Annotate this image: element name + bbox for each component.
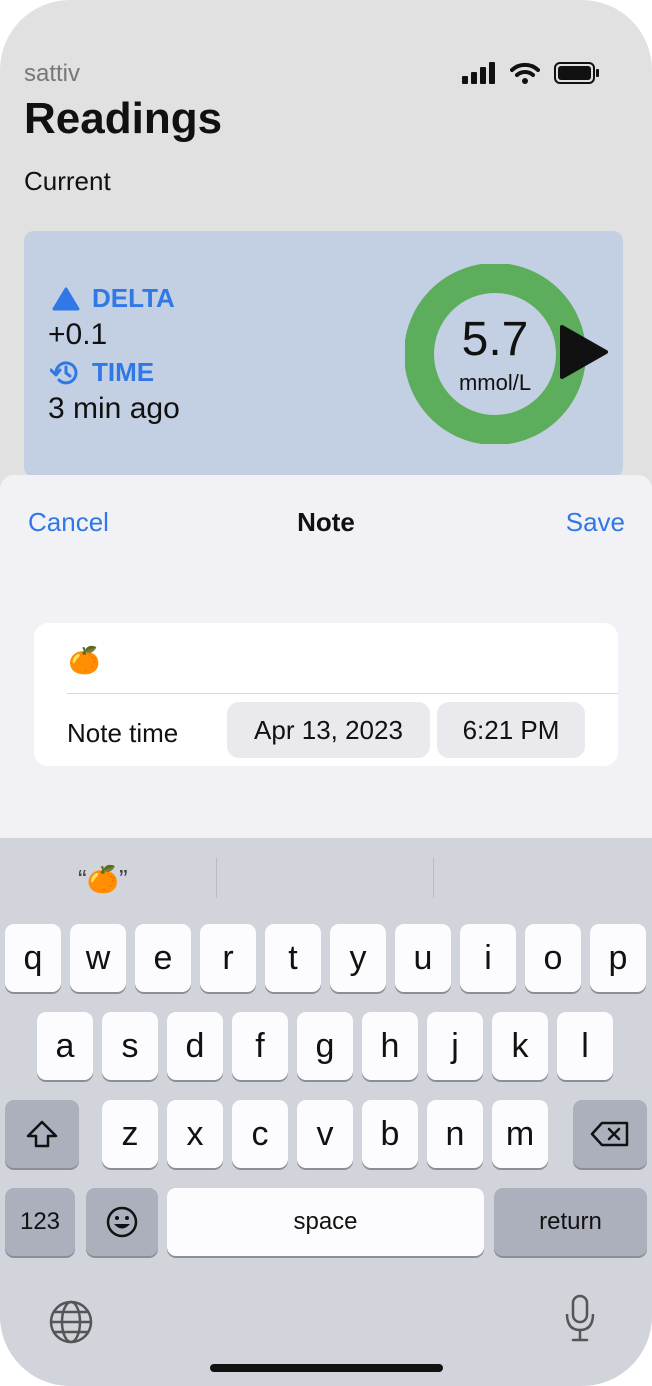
status-icons bbox=[462, 62, 600, 84]
key-p[interactable]: p bbox=[590, 924, 646, 992]
home-indicator bbox=[210, 1364, 443, 1372]
delta-value: +0.1 bbox=[48, 318, 108, 351]
key-b[interactable]: b bbox=[362, 1100, 418, 1168]
note-time-label: Note time bbox=[67, 718, 179, 748]
note-text-field[interactable]: 🍊 bbox=[68, 645, 100, 676]
time-value: 3 min ago bbox=[48, 392, 180, 425]
wifi-icon bbox=[510, 62, 540, 84]
globe-icon[interactable] bbox=[48, 1299, 94, 1345]
key-d[interactable]: d bbox=[167, 1012, 223, 1080]
suggestion-divider bbox=[216, 858, 217, 898]
shift-icon bbox=[26, 1120, 58, 1148]
suggestion-divider bbox=[433, 858, 434, 898]
numbers-key[interactable]: 123 bbox=[5, 1188, 75, 1256]
key-n[interactable]: n bbox=[427, 1100, 483, 1168]
shift-key[interactable] bbox=[5, 1100, 79, 1168]
section-label-current: Current bbox=[24, 166, 111, 196]
return-key[interactable]: return bbox=[494, 1188, 647, 1256]
triangle-icon bbox=[52, 287, 80, 310]
key-k[interactable]: k bbox=[492, 1012, 548, 1080]
key-z[interactable]: z bbox=[102, 1100, 158, 1168]
time-label: TIME bbox=[50, 357, 154, 388]
microphone-icon[interactable] bbox=[563, 1294, 597, 1344]
time-picker-button[interactable]: 6:21 PM bbox=[437, 702, 585, 758]
form-divider bbox=[67, 693, 618, 694]
key-h[interactable]: h bbox=[362, 1012, 418, 1080]
sheet-title: Note bbox=[297, 507, 355, 537]
key-e[interactable]: e bbox=[135, 924, 191, 992]
key-w[interactable]: w bbox=[70, 924, 126, 992]
delta-label: DELTA bbox=[52, 283, 175, 314]
phone-screen: sattiv Readings Current DELTA +0.1 TIME … bbox=[0, 0, 652, 1386]
emoji-key[interactable] bbox=[86, 1188, 158, 1256]
key-j[interactable]: j bbox=[427, 1012, 483, 1080]
space-key[interactable]: space bbox=[167, 1188, 484, 1256]
key-o[interactable]: o bbox=[525, 924, 581, 992]
status-carrier: sattiv bbox=[24, 60, 81, 87]
key-l[interactable]: l bbox=[557, 1012, 613, 1080]
note-form: 🍊 Note time Apr 13, 2023 6:21 PM bbox=[34, 623, 618, 766]
key-y[interactable]: y bbox=[330, 924, 386, 992]
key-g[interactable]: g bbox=[297, 1012, 353, 1080]
suggestion-1[interactable]: “🍊” bbox=[78, 864, 128, 895]
emoji-icon bbox=[106, 1206, 138, 1238]
page-title: Readings bbox=[24, 94, 223, 143]
key-x[interactable]: x bbox=[167, 1100, 223, 1168]
key-q[interactable]: q bbox=[5, 924, 61, 992]
delete-icon bbox=[590, 1121, 629, 1147]
key-v[interactable]: v bbox=[297, 1100, 353, 1168]
key-t[interactable]: t bbox=[265, 924, 321, 992]
time-label-text: TIME bbox=[92, 357, 155, 387]
delete-key[interactable] bbox=[573, 1100, 647, 1168]
key-r[interactable]: r bbox=[200, 924, 256, 992]
keyboard: “🍊” q w e r t y u i o p a s d f g h j k … bbox=[0, 838, 652, 1386]
trend-arrow-icon bbox=[560, 325, 608, 379]
current-reading-card[interactable]: DELTA +0.1 TIME 3 min ago 5.7 mmol/L bbox=[24, 231, 623, 477]
signal-bars-icon bbox=[462, 62, 495, 84]
key-u[interactable]: u bbox=[395, 924, 451, 992]
key-c[interactable]: c bbox=[232, 1100, 288, 1168]
history-clock-icon bbox=[50, 360, 78, 384]
save-button[interactable]: Save bbox=[566, 507, 625, 538]
date-picker-button[interactable]: Apr 13, 2023 bbox=[227, 702, 430, 758]
key-i[interactable]: i bbox=[460, 924, 516, 992]
key-f[interactable]: f bbox=[232, 1012, 288, 1080]
key-s[interactable]: s bbox=[102, 1012, 158, 1080]
delta-label-text: DELTA bbox=[92, 283, 175, 313]
battery-icon bbox=[554, 62, 599, 84]
key-a[interactable]: a bbox=[37, 1012, 93, 1080]
key-m[interactable]: m bbox=[492, 1100, 548, 1168]
